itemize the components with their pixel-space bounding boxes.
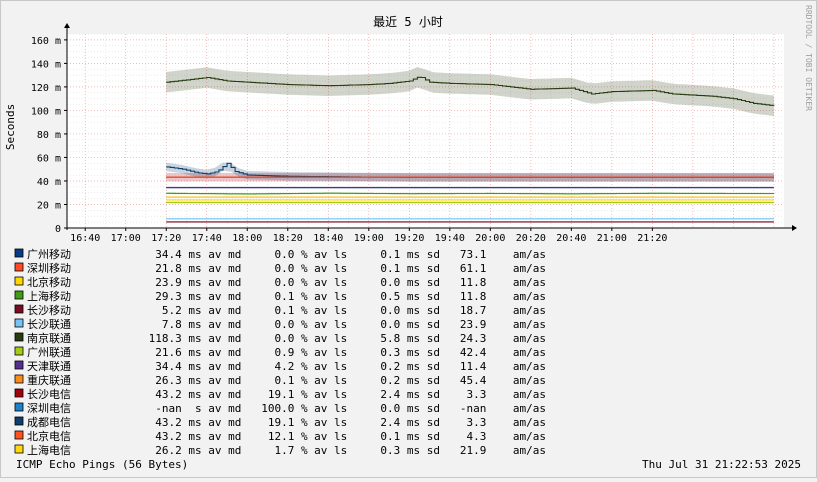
x-tick-label: 16:40 — [70, 233, 100, 244]
legend-name: 长沙联通 — [27, 318, 71, 331]
legend-stats: 21.8 ms av md 0.0 % av ls 0.1 ms sd 61.1… — [142, 262, 546, 275]
x-tick-label: 19:20 — [394, 233, 424, 244]
x-tick-label: 21:20 — [637, 233, 667, 244]
legend-swatch — [14, 248, 24, 258]
legend-swatch — [14, 290, 24, 300]
legend-name: 重庆联通 — [27, 373, 71, 387]
legend-stats: 43.2 ms av md 12.1 % av ls 0.1 ms sd 4.3… — [142, 430, 546, 443]
legend-swatch — [14, 276, 24, 286]
legend-stats: 118.3 ms av md 0.0 % av ls 5.8 ms sd 24.… — [142, 332, 546, 345]
legend-stats: -nan s av md 100.0 % av ls 0.0 ms sd -na… — [142, 402, 546, 415]
legend-swatch — [14, 402, 24, 412]
legend-name: 成都电信 — [27, 416, 71, 429]
legend-name: 长沙电信 — [27, 388, 71, 401]
series-line-上海移动 — [166, 192, 775, 195]
legend-swatch — [14, 374, 24, 384]
legend-stats: 43.2 ms av md 19.1 % av ls 2.4 ms sd 3.3… — [142, 416, 546, 429]
legend-swatch — [14, 304, 24, 314]
ping-chart: 最近 5 小时 RRDTOOL / TOBI OETIKER Seconds 0… — [0, 0, 817, 478]
legend-name: 上海移动 — [27, 289, 71, 303]
x-tick-label: 20:20 — [516, 233, 546, 244]
x-tick-label: 19:40 — [435, 233, 465, 244]
x-tick-label: 17:20 — [151, 233, 181, 244]
x-tick-label: 20:40 — [556, 233, 586, 244]
y-tick-label: 60 m — [37, 153, 61, 164]
footer-right: Thu Jul 31 21:22:53 2025 — [642, 458, 801, 471]
legend-stats: 7.8 ms av md 0.0 % av ls 0.0 ms sd 23.9 … — [142, 318, 546, 331]
legend-swatch — [14, 332, 24, 342]
x-tick-label: 17:40 — [192, 233, 222, 244]
x-tick-label: 19:00 — [354, 233, 384, 244]
legend-name: 北京电信 — [27, 429, 71, 443]
y-tick-label: 20 m — [37, 200, 61, 211]
legend-swatch — [14, 388, 24, 398]
legend-swatch — [14, 346, 24, 356]
x-tick-label: 18:00 — [232, 233, 262, 244]
x-tick-label: 18:40 — [313, 233, 343, 244]
legend-name: 南京联通 — [27, 331, 71, 345]
legend-stats: 43.2 ms av md 19.1 % av ls 2.4 ms sd 3.3… — [142, 388, 546, 401]
x-tick-label: 17:00 — [111, 233, 141, 244]
legend-name: 天津联通 — [27, 360, 71, 373]
legend-stats: 21.6 ms av md 0.9 % av ls 0.3 ms sd 42.4… — [142, 346, 546, 359]
x-tick-label: 18:20 — [273, 233, 303, 244]
legend-stats: 23.9 ms av md 0.0 % av ls 0.0 ms sd 11.8… — [142, 276, 546, 289]
legend-swatch — [14, 262, 24, 272]
y-tick-label: 160 m — [31, 36, 61, 47]
legend-stats: 34.4 ms av md 4.2 % av ls 0.2 ms sd 11.4… — [142, 360, 546, 373]
legend-swatch — [14, 318, 24, 328]
legend-name: 广州联通 — [27, 346, 71, 359]
legend-stats: 29.3 ms av md 0.1 % av ls 0.5 ms sd 11.8… — [142, 290, 546, 303]
footer-left: ICMP Echo Pings (56 Bytes) — [16, 458, 188, 471]
x-tick-label: 20:00 — [475, 233, 505, 244]
legend-stats: 26.3 ms av md 0.1 % av ls 0.2 ms sd 45.4… — [142, 374, 546, 387]
y-tick-label: 120 m — [31, 83, 61, 94]
legend-name: 深圳移动 — [27, 262, 71, 275]
x-tick-label: 21:00 — [597, 233, 627, 244]
chart-title: 最近 5 小时 — [373, 15, 443, 29]
y-tick-label: 140 m — [31, 59, 61, 70]
legend-name: 上海电信 — [27, 443, 71, 457]
legend-name: 深圳电信 — [27, 402, 71, 415]
y-tick-label: 100 m — [31, 106, 61, 117]
legend-swatch — [14, 430, 24, 440]
y-tick-label: 40 m — [37, 177, 61, 188]
legend-swatch — [14, 416, 24, 426]
legend-name: 广州移动 — [27, 248, 71, 261]
watermark: RRDTOOL / TOBI OETIKER — [804, 5, 813, 111]
legend-stats: 5.2 ms av md 0.1 % av ls 0.0 ms sd 18.7 … — [142, 304, 546, 317]
legend-name: 长沙移动 — [27, 304, 71, 317]
legend-swatch — [14, 444, 24, 454]
legend-stats: 26.2 ms av md 1.7 % av ls 0.3 ms sd 21.9… — [142, 444, 546, 457]
legend-stats: 34.4 ms av md 0.0 % av ls 0.1 ms sd 73.1… — [142, 248, 546, 261]
graph-canvas: 最近 5 小时 RRDTOOL / TOBI OETIKER Seconds 0… — [0, 0, 817, 478]
legend-swatch — [14, 360, 24, 370]
y-tick-label: 80 m — [37, 130, 61, 141]
y-tick-label: 0 — [55, 224, 61, 235]
legend-name: 北京移动 — [27, 275, 71, 289]
y-axis-label: Seconds — [4, 104, 17, 150]
